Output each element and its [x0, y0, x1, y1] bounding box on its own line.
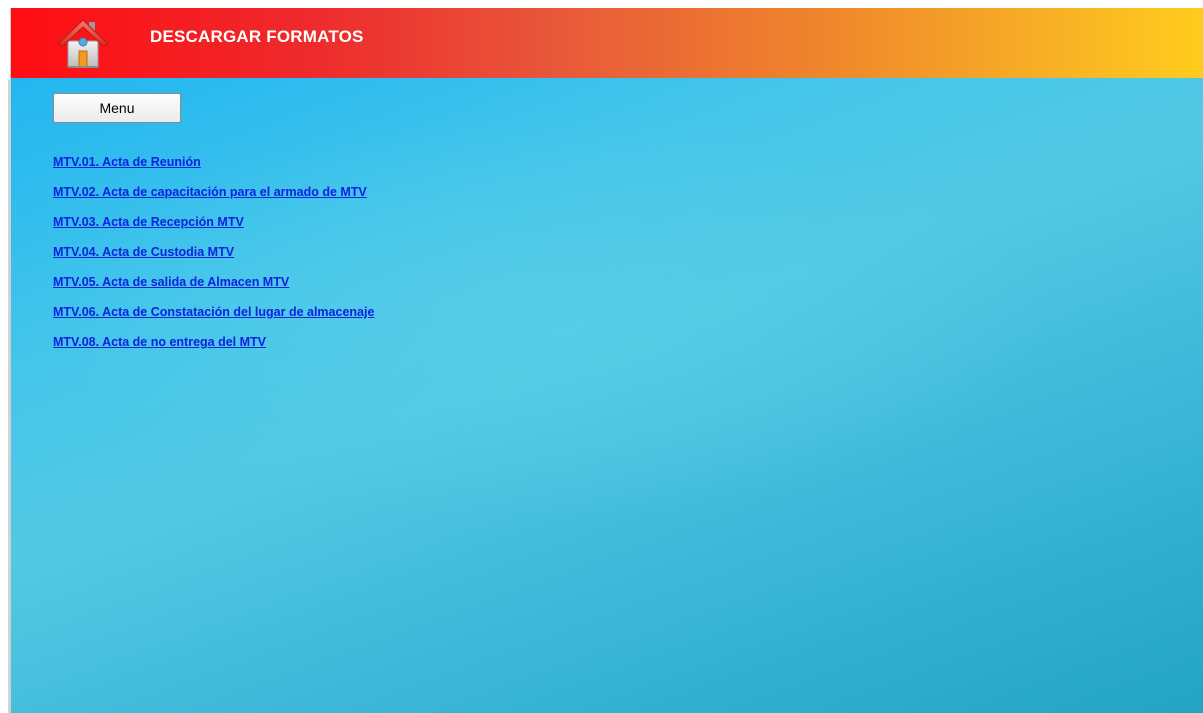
list-item: MTV.06. Acta de Constatación del lugar d… [53, 304, 374, 334]
download-link-mtv04[interactable]: MTV.04. Acta de Custodia MTV [53, 245, 234, 259]
page-margin [0, 0, 10, 713]
download-link-mtv06[interactable]: MTV.06. Acta de Constatación del lugar d… [53, 305, 374, 319]
list-item: MTV.05. Acta de salida de Almacen MTV [53, 274, 374, 304]
main-content: Menu MTV.01. Acta de Reunión MTV.02. Act… [11, 78, 1203, 713]
home-icon[interactable] [55, 14, 111, 70]
download-link-mtv02[interactable]: MTV.02. Acta de capacitación para el arm… [53, 185, 367, 199]
download-link-mtv03[interactable]: MTV.03. Acta de Recepción MTV [53, 215, 244, 229]
list-item: MTV.08. Acta de no entrega del MTV [53, 334, 374, 364]
header-bar: DESCARGAR FORMATOS [11, 8, 1203, 78]
download-link-mtv05[interactable]: MTV.05. Acta de salida de Almacen MTV [53, 275, 289, 289]
download-link-mtv08[interactable]: MTV.08. Acta de no entrega del MTV [53, 335, 266, 349]
page-frame: DESCARGAR FORMATOS Menu MTV.01. Acta de … [10, 8, 1203, 713]
menu-button[interactable]: Menu [53, 93, 181, 123]
list-item: MTV.01. Acta de Reunión [53, 154, 374, 184]
list-item: MTV.03. Acta de Recepción MTV [53, 214, 374, 244]
list-item: MTV.02. Acta de capacitación para el arm… [53, 184, 374, 214]
download-link-mtv01[interactable]: MTV.01. Acta de Reunión [53, 155, 201, 169]
list-item: MTV.04. Acta de Custodia MTV [53, 244, 374, 274]
download-links-list: MTV.01. Acta de Reunión MTV.02. Acta de … [53, 154, 374, 364]
page-title: DESCARGAR FORMATOS [150, 27, 364, 46]
